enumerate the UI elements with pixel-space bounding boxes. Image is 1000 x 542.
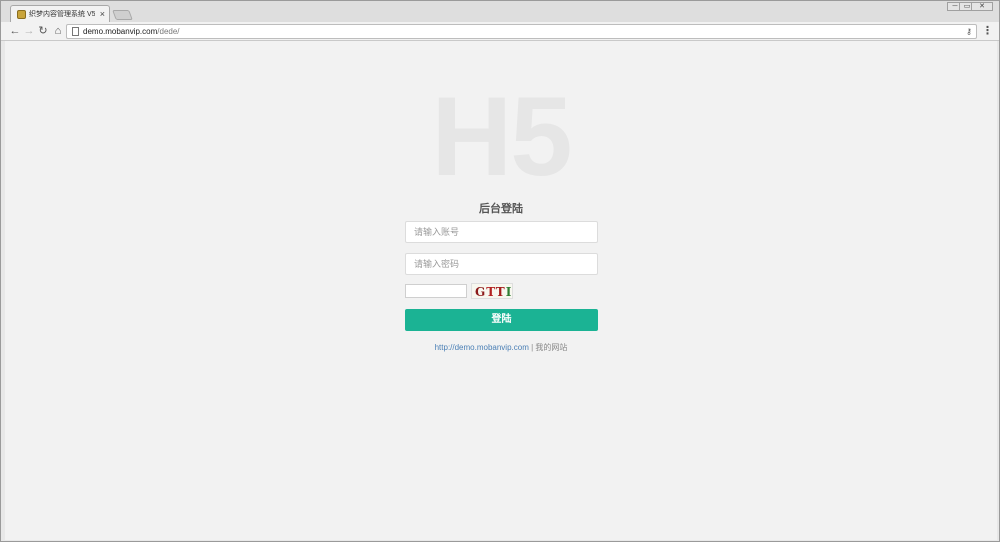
- site-url-link[interactable]: http://demo.mobanvip.com: [435, 343, 529, 352]
- address-bar[interactable]: demo.mobanvip.com/dede/ ⚷: [66, 24, 977, 39]
- favicon-icon: [17, 10, 26, 19]
- close-window-button[interactable]: ✕: [971, 2, 993, 11]
- captcha-image[interactable]: GTTI: [471, 283, 513, 299]
- url-text[interactable]: demo.mobanvip.com/dede/: [83, 25, 180, 38]
- h5-watermark: H5: [431, 74, 572, 199]
- new-tab-button[interactable]: [112, 10, 133, 20]
- key-icon[interactable]: ⚷: [966, 26, 972, 38]
- browser-menu-icon[interactable]: ⋮: [982, 25, 993, 37]
- captcha-char: G: [475, 285, 487, 299]
- captcha-char: T: [495, 285, 506, 299]
- page-info-icon[interactable]: [72, 27, 79, 36]
- captcha-input[interactable]: [405, 284, 467, 298]
- tab-active[interactable]: 织梦内容管理系统 V57_ ×: [10, 5, 110, 22]
- captcha-char: I: [505, 285, 513, 299]
- page-title: 后台登陆: [479, 203, 523, 215]
- back-arrow-icon[interactable]: ←: [9, 25, 21, 37]
- url-path: /dede/: [157, 27, 180, 36]
- tab-close-icon[interactable]: ×: [100, 8, 105, 20]
- browser-toolbar: ← → ↻ ⌂ demo.mobanvip.com/dede/ ⚷ ⋮: [1, 22, 999, 41]
- tab-strip: 织梦内容管理系统 V57_ × ─ ▭ ✕: [1, 1, 999, 22]
- page-viewport: H5 后台登陆 GTTI 登陆 http://demo.mobanvip.com…: [5, 41, 997, 540]
- footer-links: http://demo.mobanvip.com | 我的网站: [5, 342, 997, 354]
- url-host: demo.mobanvip.com: [83, 27, 158, 36]
- captcha-char: T: [486, 285, 496, 299]
- my-site-link[interactable]: 我的网站: [535, 343, 567, 352]
- forward-arrow-icon[interactable]: →: [23, 25, 35, 37]
- tab-title: 织梦内容管理系统 V57_: [29, 11, 95, 18]
- password-input[interactable]: [405, 253, 598, 275]
- home-icon[interactable]: ⌂: [52, 25, 64, 37]
- login-button[interactable]: 登陆: [405, 309, 598, 331]
- username-input[interactable]: [405, 221, 598, 243]
- browser-window: 织梦内容管理系统 V57_ × ─ ▭ ✕ ← → ↻ ⌂ demo.moban…: [0, 0, 1000, 542]
- reload-icon[interactable]: ↻: [37, 25, 49, 37]
